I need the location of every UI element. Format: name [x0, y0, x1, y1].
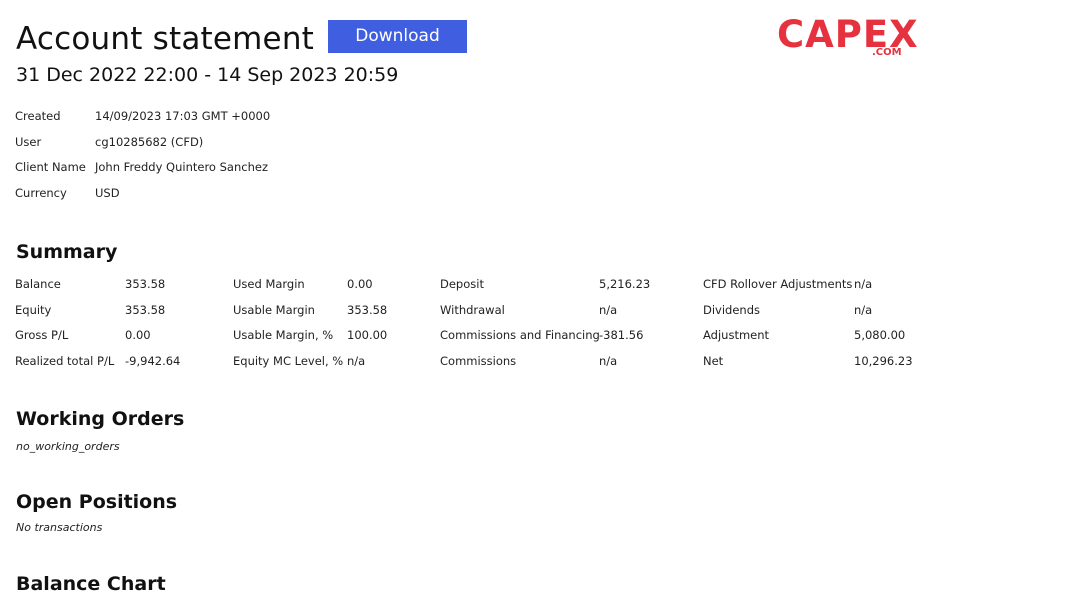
summary-label: Gross P/L: [15, 328, 69, 342]
summary-value: 0.00: [125, 328, 151, 342]
info-label: Client Name: [15, 160, 86, 174]
logo-domain: .COM: [872, 47, 902, 58]
working-orders-empty-note: no_working_orders: [16, 440, 120, 453]
summary-label: Commissions and Financing: [440, 328, 600, 342]
statement-period: 31 Dec 2022 22:00 - 14 Sep 2023 20:59: [16, 64, 399, 86]
info-row-currency: Currency USD: [15, 181, 270, 207]
summary-label: Net: [703, 353, 724, 368]
summary-grid: Balance 353.58 Used Margin 0.00 Deposit …: [15, 272, 1015, 374]
summary-row: Balance 353.58 Used Margin 0.00 Deposit …: [15, 272, 1015, 298]
info-label: Created: [15, 109, 61, 123]
summary-label: Equity MC Level, %: [233, 353, 344, 368]
summary-value: 353.58: [125, 302, 166, 317]
summary-label: Adjustment: [703, 328, 770, 342]
summary-value: n/a: [854, 277, 873, 291]
info-value: USD: [95, 185, 120, 200]
working-orders-heading: Working Orders: [16, 408, 185, 430]
summary-label: Withdrawal: [440, 302, 505, 317]
info-label: Currency: [15, 185, 67, 200]
info-row-client-name: Client Name John Freddy Quintero Sanchez: [15, 155, 270, 181]
account-info: Created 14/09/2023 17:03 GMT +0000 User cg…: [15, 104, 270, 206]
open-positions-heading: Open Positions: [16, 491, 178, 513]
summary-value: n/a: [599, 353, 618, 368]
summary-label: Realized total P/L: [15, 353, 115, 368]
info-row-user: User cg10285682 (CFD): [15, 130, 270, 156]
summary-label: Equity: [15, 302, 52, 317]
summary-label: Usable Margin: [233, 302, 315, 317]
summary-value: n/a: [599, 302, 618, 317]
balance-chart-heading: Balance Chart: [16, 573, 166, 595]
info-value: cg10285682 (CFD): [95, 134, 204, 149]
summary-label: Balance: [15, 277, 61, 291]
download-button[interactable]: Download: [328, 20, 467, 53]
summary-row: Realized total P/L -9,942.64 Equity MC L…: [15, 349, 1015, 375]
summary-heading: Summary: [16, 241, 118, 263]
summary-row: Equity 353.58 Usable Margin 353.58 Withd…: [15, 298, 1015, 324]
summary-value: -381.56: [599, 328, 644, 342]
summary-value: n/a: [854, 302, 873, 317]
summary-value: 5,216.23: [599, 277, 651, 291]
summary-value: -9,942.64: [125, 353, 181, 368]
summary-value: n/a: [347, 353, 366, 368]
summary-label: Usable Margin, %: [233, 328, 334, 342]
summary-row: Gross P/L 0.00 Usable Margin, % 100.00 C…: [15, 323, 1015, 349]
summary-value: 100.00: [347, 328, 388, 342]
info-value: John Freddy Quintero Sanchez: [95, 160, 268, 174]
summary-label: Commissions: [440, 353, 517, 368]
summary-label: Deposit: [440, 277, 484, 291]
summary-value: 353.58: [125, 277, 166, 291]
capex-logo[interactable]: CAPEX .COM: [777, 12, 918, 62]
summary-value: 5,080.00: [854, 328, 906, 342]
summary-value: 353.58: [347, 302, 388, 317]
summary-label: Used Margin: [233, 277, 305, 291]
summary-label: CFD Rollover Adjustments: [703, 277, 853, 291]
info-row-created: Created 14/09/2023 17:03 GMT +0000: [15, 104, 270, 130]
page-title: Account statement: [16, 21, 315, 57]
summary-value: 0.00: [347, 277, 373, 291]
summary-value: 10,296.23: [854, 353, 913, 368]
summary-label: Dividends: [703, 302, 761, 317]
info-value: 14/09/2023 17:03 GMT +0000: [95, 109, 271, 123]
open-positions-empty-note: No transactions: [16, 521, 103, 534]
info-label: User: [15, 134, 42, 149]
